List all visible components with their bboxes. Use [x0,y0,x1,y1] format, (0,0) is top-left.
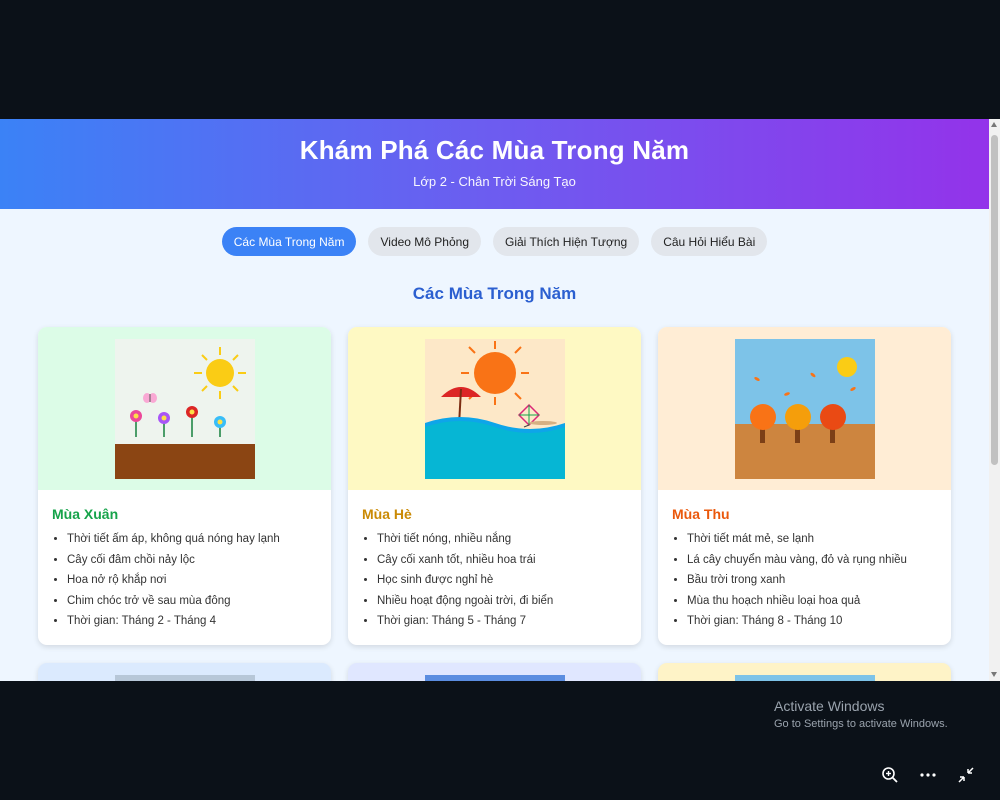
page-title: Khám Phá Các Mùa Trong Năm [299,135,690,165]
activation-subtitle: Go to Settings to activate Windows. [774,718,948,730]
season-image-area [658,327,951,490]
list-item: Thời tiết nóng, nhiều nắng [377,529,627,550]
scrollbar-thumb[interactable] [991,135,998,465]
scroll-down-icon[interactable] [991,672,997,677]
season-card-summer: Mùa Hè Thời tiết nóng, nhiều nắng Cây cố… [348,327,641,645]
season-facts-list: Thời tiết mát mẻ, se lạnh Lá cây chuyển … [672,529,937,632]
season-title: Mùa Xuân [52,506,119,522]
list-item: Thời tiết mát mẻ, se lạnh [687,529,937,550]
tab-seasons[interactable]: Các Mùa Trong Năm [221,227,357,256]
page-header: Khám Phá Các Mùa Trong Năm Lớp 2 - Chân … [0,119,989,209]
list-item: Hoa nở rộ khắp nơi [67,570,317,591]
season-card-body: Mùa Hè Thời tiết nóng, nhiều nắng Cây cố… [348,490,641,632]
season-image-area [658,663,951,681]
more-options-icon[interactable] [918,765,938,785]
season-facts-list: Thời tiết nóng, nhiều nắng Cây cối xanh … [362,529,627,632]
tab-quiz[interactable]: Câu Hỏi Hiểu Bài [651,227,768,256]
viewer-top-bar [0,0,1000,119]
list-item: Thời tiết ấm áp, không quá nóng hay lạnh [67,529,317,550]
list-item: Cây cối đâm chồi nảy lộc [67,550,317,571]
page-viewport: Khám Phá Các Mùa Trong Năm Lớp 2 - Chân … [0,119,989,681]
season-card-last [658,663,951,681]
season-image-area [348,327,641,490]
season-card-body: Mùa Thu Thời tiết mát mẻ, se lạnh Lá cây… [658,490,951,632]
summer-illustration [424,338,565,479]
season-card-spring: Mùa Xuân Thời tiết ấm áp, không quá nóng… [38,327,331,645]
season-card-body: Mùa Xuân Thời tiết ấm áp, không quá nóng… [38,490,331,632]
exit-fullscreen-icon[interactable] [956,765,976,785]
autumn-illustration [734,338,875,479]
list-item: Thời gian: Tháng 8 - Tháng 10 [687,611,937,632]
windows-activation-notice: Activate Windows Go to Settings to activ… [774,698,948,730]
spring-illustration [114,338,255,479]
list-item: Lá cây chuyển màu vàng, đỏ và rụng nhiều [687,550,937,571]
season-title: Mùa Hè [362,506,412,522]
tab-explanation[interactable]: Giải Thích Hiện Tượng [493,227,640,256]
season-image-area [38,327,331,490]
vertical-scrollbar[interactable] [989,119,1000,681]
page-subtitle: Lớp 2 - Chân Trời Sáng Tạo [413,174,576,189]
list-item: Thời gian: Tháng 5 - Tháng 7 [377,611,627,632]
list-item: Mùa thu hoạch nhiều loại hoa quả [687,591,937,612]
season-card-autumn: Mùa Thu Thời tiết mát mẻ, se lạnh Lá cây… [658,327,951,645]
season-facts-list: Thời tiết ấm áp, không quá nóng hay lạnh… [52,529,317,632]
list-item: Cây cối xanh tốt, nhiều hoa trái [377,550,627,571]
tab-bar: Các Mùa Trong Năm Video Mô Phỏng Giải Th… [0,227,989,256]
season-image-area [348,663,641,681]
list-item: Chim chóc trở về sau mùa đông [67,591,317,612]
activation-title: Activate Windows [774,698,885,714]
scroll-up-icon[interactable] [991,122,997,127]
season-card-winter [38,663,331,681]
season-grid: Mùa Xuân Thời tiết ấm áp, không quá nóng… [38,327,952,681]
list-item: Nhiều hoạt động ngoài trời, đi biển [377,591,627,612]
season-card-next [348,663,641,681]
section-title: Các Mùa Trong Năm [412,284,577,303]
list-item: Học sinh được nghỉ hè [377,570,627,591]
tab-video[interactable]: Video Mô Phỏng [368,227,481,256]
list-item: Thời gian: Tháng 2 - Tháng 4 [67,611,317,632]
season-title: Mùa Thu [672,506,730,522]
season-image-area [38,663,331,681]
zoom-in-icon[interactable] [880,765,900,785]
list-item: Bầu trời trong xanh [687,570,937,591]
